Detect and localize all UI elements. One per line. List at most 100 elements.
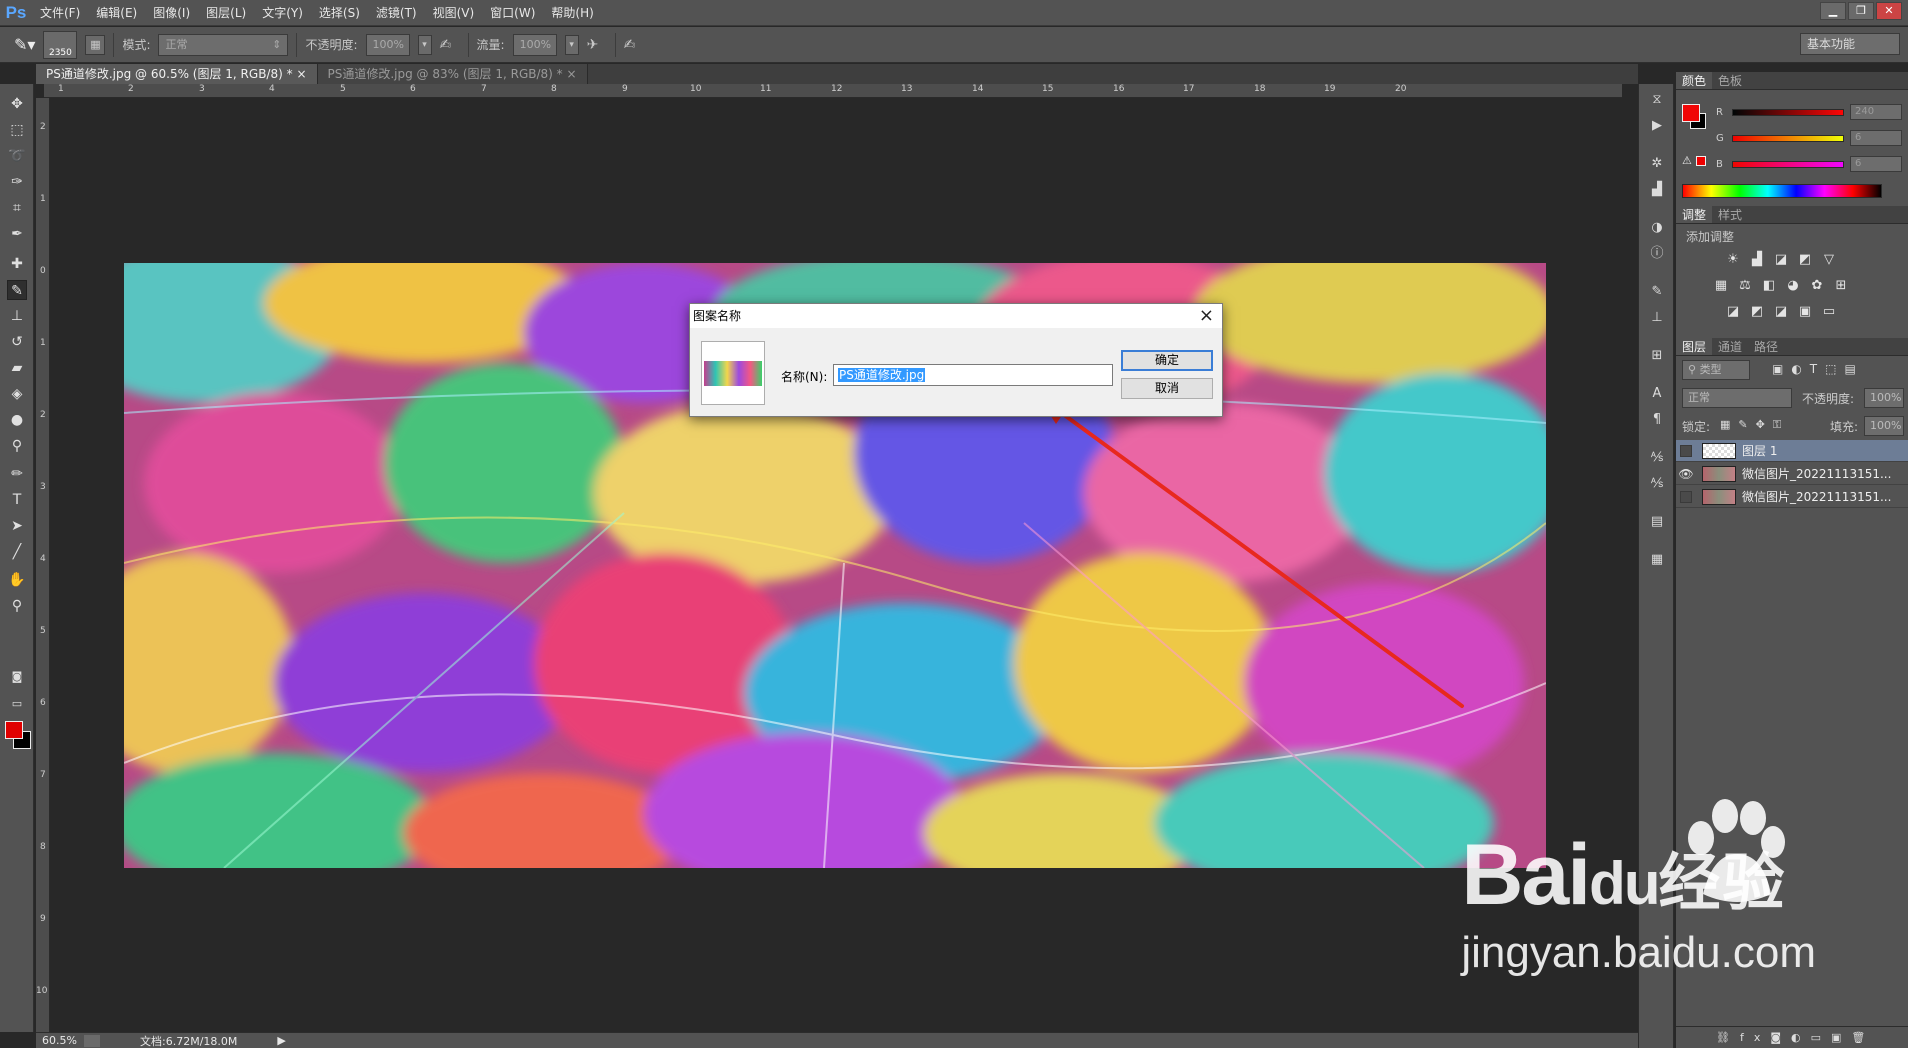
invert-icon[interactable]: ◪	[1724, 304, 1742, 320]
dodge-tool-icon[interactable]: ⚲	[7, 436, 27, 456]
fill-field[interactable]: 100%	[1864, 416, 1904, 436]
tab-document-1[interactable]: PS通道修改.jpg @ 60.5% (图层 1, RGB/8) * ×	[36, 64, 318, 84]
curves-icon[interactable]: ◪	[1772, 252, 1790, 268]
channel-mixer-icon[interactable]: ✿	[1808, 278, 1826, 294]
tab-layers[interactable]: 图层	[1676, 338, 1713, 355]
flow-dropdown-icon[interactable]: ▾	[564, 34, 579, 55]
tab-swatches[interactable]: 色板	[1712, 72, 1748, 89]
color-balance-icon[interactable]: ⚖	[1736, 278, 1754, 294]
gamut-swatch[interactable]	[1696, 156, 1706, 166]
paint-bucket-tool-icon[interactable]: ◈	[7, 384, 27, 404]
marquee-tool-icon[interactable]: ⬚	[7, 120, 27, 140]
levels-icon[interactable]: ▟	[1748, 252, 1766, 268]
notes-panel-icon[interactable]: ▦	[1647, 550, 1667, 570]
workspace-select[interactable]: 基本功能	[1800, 33, 1900, 55]
close-window-icon[interactable]: ✕	[1876, 2, 1902, 20]
pressure-opacity-icon[interactable]: ✍	[440, 37, 460, 53]
exposure-icon[interactable]: ◩	[1796, 252, 1814, 268]
history-brush-tool-icon[interactable]: ↺	[7, 332, 27, 352]
tab-document-2[interactable]: PS通道修改.jpg @ 83% (图层 1, RGB/8) * ×	[317, 64, 588, 84]
quick-select-tool-icon[interactable]: ✑	[7, 172, 27, 192]
brush-size-picker[interactable]: 2350	[43, 30, 78, 59]
eyedropper-tool-icon[interactable]: ✒	[7, 224, 27, 244]
photo-filter-icon[interactable]: ◕	[1784, 278, 1802, 294]
paragraph-panel-icon[interactable]: ¶	[1647, 410, 1667, 430]
tab-styles[interactable]: 样式	[1712, 206, 1748, 223]
color-spectrum[interactable]	[1682, 184, 1882, 198]
layer-comps-icon[interactable]: ▤	[1647, 512, 1667, 532]
paragraph-styles-icon[interactable]: ⅍	[1647, 474, 1667, 494]
eye-icon[interactable]: 👁	[1676, 467, 1696, 481]
character-styles-icon[interactable]: ⅍	[1647, 448, 1667, 468]
blur-tool-icon[interactable]: ●	[7, 410, 27, 430]
info-panel-icon[interactable]: ⓘ	[1647, 244, 1667, 264]
zoom-level[interactable]: 60.5%	[36, 1034, 84, 1047]
posterize-icon[interactable]: ◩	[1748, 304, 1766, 320]
gamut-warning-icon[interactable]: ⚠	[1682, 154, 1692, 167]
menu-filter[interactable]: 滤镜(T)	[368, 0, 425, 26]
menu-image[interactable]: 图像(I)	[145, 0, 198, 26]
layer-row[interactable]: 微信图片_20221113151...	[1676, 486, 1908, 508]
brush-panel-icon[interactable]: ✎	[1647, 282, 1667, 302]
histogram-icon[interactable]: ▟	[1647, 180, 1667, 200]
green-slider[interactable]	[1732, 134, 1844, 142]
restore-icon[interactable]: ❐	[1848, 2, 1874, 20]
character-panel-icon[interactable]: A	[1647, 384, 1667, 404]
black-white-icon[interactable]: ◧	[1760, 278, 1778, 294]
type-tool-icon[interactable]: T	[7, 490, 27, 510]
brush-tool-icon[interactable]: ✎▾	[14, 35, 35, 54]
eraser-tool-icon[interactable]: ▰	[7, 358, 27, 378]
move-tool-icon[interactable]: ✥	[7, 94, 27, 114]
quick-mask-icon[interactable]: ◙	[7, 667, 27, 687]
blue-value[interactable]: 6	[1850, 156, 1902, 172]
brush-presets-icon[interactable]: ✲	[1647, 154, 1667, 174]
foreground-color-swatch[interactable]	[5, 721, 23, 739]
visibility-toggle[interactable]	[1680, 490, 1692, 503]
threshold-icon[interactable]: ◪	[1772, 304, 1790, 320]
close-icon[interactable]: ×	[1199, 305, 1214, 326]
screen-mode-icon[interactable]: ▭	[7, 694, 27, 714]
tab-close-icon[interactable]: ×	[566, 67, 576, 81]
cancel-button[interactable]: 取消	[1121, 378, 1213, 399]
gradient-map-icon[interactable]: ▭	[1820, 304, 1838, 320]
clone-stamp-tool-icon[interactable]: ⊥	[7, 306, 27, 326]
tool-presets-icon[interactable]: ⊞	[1647, 346, 1667, 366]
opacity-dropdown-icon[interactable]: ▾	[417, 34, 432, 55]
navigator-icon[interactable]: ◑	[1647, 218, 1667, 238]
tab-color[interactable]: 颜色	[1676, 72, 1713, 89]
pattern-name-input[interactable]: PS通道修改.jpg	[833, 364, 1113, 386]
pressure-size-icon[interactable]: ✍	[624, 37, 644, 53]
zoom-tool-icon[interactable]: ⚲	[7, 596, 27, 616]
menu-view[interactable]: 视图(V)	[425, 0, 483, 26]
color-lookup-icon[interactable]: ⊞	[1832, 278, 1850, 294]
opacity-field[interactable]: 100%	[365, 33, 410, 56]
ok-button[interactable]: 确定	[1121, 350, 1213, 371]
menu-select[interactable]: 选择(S)	[311, 0, 368, 26]
green-value[interactable]: 6	[1850, 130, 1902, 146]
brightness-icon[interactable]: ☀	[1724, 252, 1742, 268]
vibrance-icon[interactable]: ▽	[1820, 252, 1838, 268]
status-menu-arrow-icon[interactable]: ▶	[277, 1034, 285, 1047]
layer-row[interactable]: 👁 微信图片_20221113151...	[1676, 463, 1908, 485]
brush-panel-toggle-icon[interactable]: ▦	[85, 34, 106, 55]
menu-help[interactable]: 帮助(H)	[543, 0, 601, 26]
menu-window[interactable]: 窗口(W)	[482, 0, 543, 26]
mode-select[interactable]: 正常 ⇕	[158, 33, 289, 56]
tab-paths[interactable]: 路径	[1748, 338, 1784, 355]
layer-filter-select[interactable]: ⚲ 类型	[1682, 360, 1750, 380]
tab-close-icon[interactable]: ×	[296, 67, 306, 81]
menu-type[interactable]: 文字(Y)	[254, 0, 311, 26]
layer-row[interactable]: 图层 1	[1676, 440, 1908, 462]
menu-file[interactable]: 文件(F)	[32, 0, 88, 26]
status-info-icon[interactable]	[84, 1034, 100, 1047]
blue-slider[interactable]	[1732, 160, 1844, 168]
tab-adjustments[interactable]: 调整	[1676, 206, 1713, 223]
path-selection-tool-icon[interactable]: ➤	[7, 516, 27, 536]
red-value[interactable]: 240	[1850, 104, 1902, 120]
flow-field[interactable]: 100%	[512, 33, 557, 56]
airbrush-icon[interactable]: ✈	[587, 37, 607, 53]
visibility-toggle[interactable]	[1680, 444, 1692, 457]
selective-color-icon[interactable]: ▣	[1796, 304, 1814, 320]
color-panel-fg-swatch[interactable]	[1682, 104, 1700, 122]
brush-tool-icon[interactable]: ✎	[7, 280, 27, 300]
